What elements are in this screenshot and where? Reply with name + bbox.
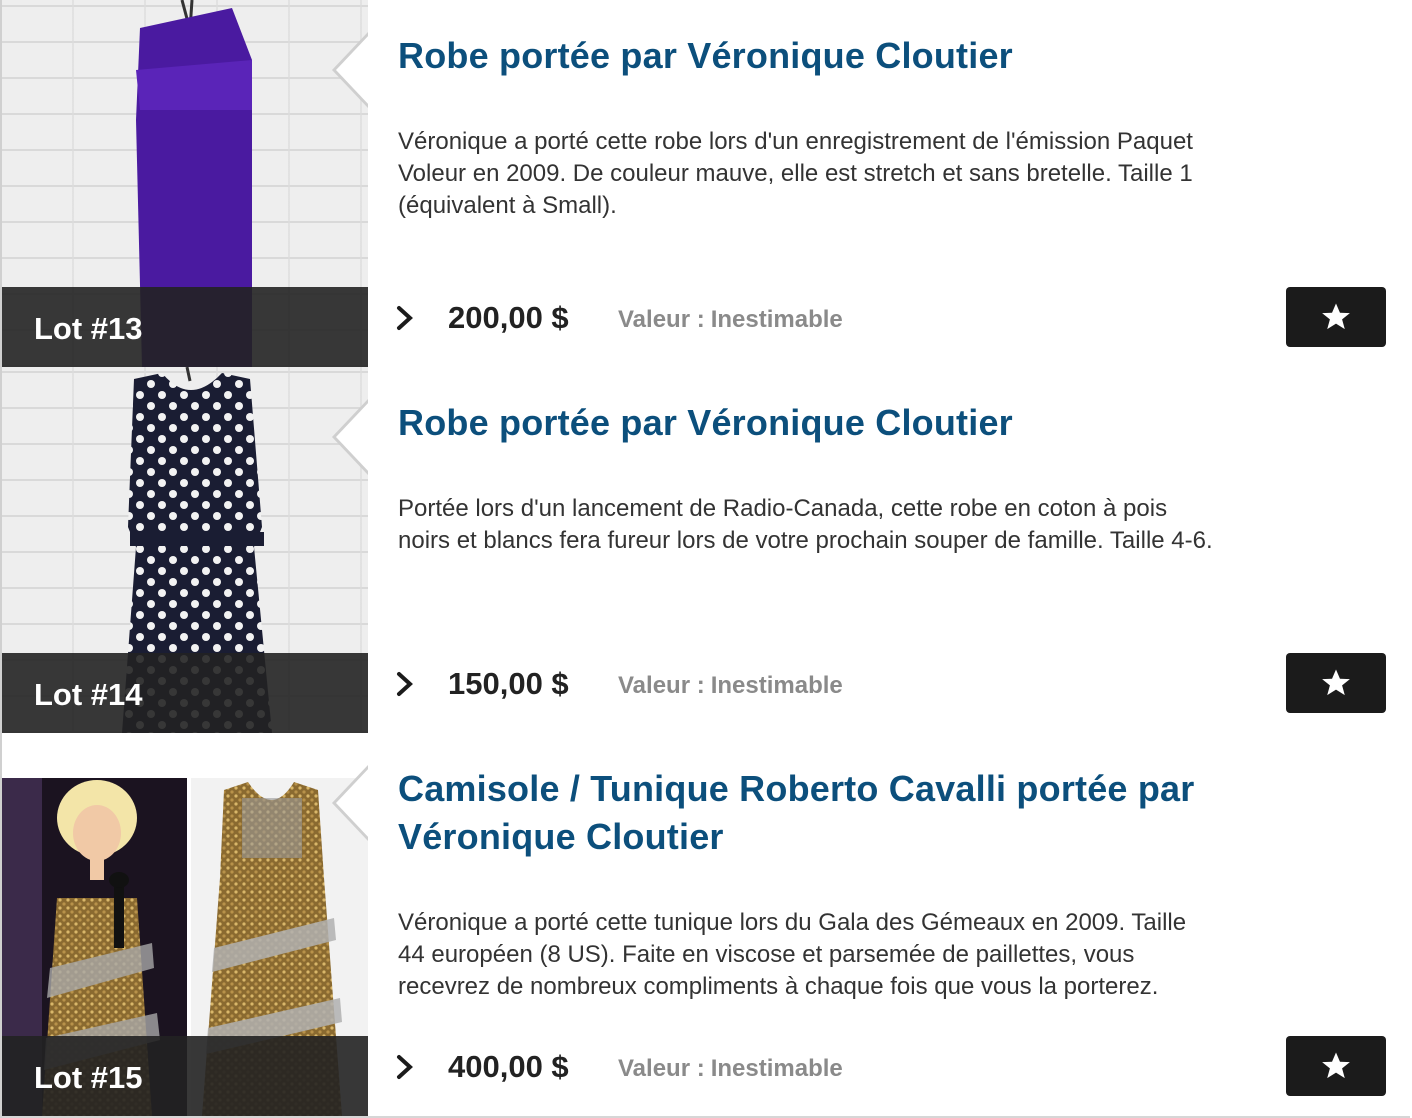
- favorite-button[interactable]: [1286, 1036, 1386, 1096]
- lot-value: Valeur : Inestimable: [618, 306, 843, 334]
- value-text: Inestimable: [710, 672, 843, 699]
- lot-number: Lot #15: [34, 1060, 143, 1095]
- value-text: Inestimable: [710, 306, 843, 333]
- value-label: Valeur :: [618, 306, 705, 333]
- lot-description: Véronique a porté cette robe lors d'un e…: [398, 128, 1193, 219]
- star-icon: [1322, 669, 1350, 696]
- lot-description: Véronique a porté cette tunique lors du …: [398, 909, 1187, 1000]
- star-icon: [1322, 303, 1350, 330]
- lot-card[interactable]: Lot #13 Robe portée par Véronique Clouti…: [2, 0, 1410, 369]
- lot-description: Portée lors d'un lancement de Radio-Cana…: [398, 495, 1213, 554]
- lot-number: Lot #13: [34, 311, 143, 346]
- lot-title[interactable]: Robe portée par Véronique Cloutier: [398, 399, 1198, 447]
- lot-price: 200,00 $: [448, 300, 569, 335]
- lot-image[interactable]: Lot #15: [2, 733, 368, 1116]
- chevron-right-icon[interactable]: [392, 1054, 418, 1080]
- chevron-right-icon[interactable]: [392, 305, 418, 331]
- star-icon: [1322, 1052, 1350, 1079]
- lot-price: 400,00 $: [448, 1049, 569, 1084]
- chevron-right-icon[interactable]: [392, 671, 418, 697]
- lot-image[interactable]: Lot #14: [2, 367, 368, 733]
- lot-card[interactable]: Lot #15 Camisole / Tunique Roberto Caval…: [2, 733, 1410, 1118]
- value-text: Inestimable: [710, 1055, 843, 1082]
- favorite-button[interactable]: [1286, 287, 1386, 347]
- value-label: Valeur :: [618, 1055, 705, 1082]
- favorite-button[interactable]: [1286, 653, 1386, 713]
- auction-lot-list: Lot #13 Robe portée par Véronique Clouti…: [0, 0, 1410, 1118]
- lot-value: Valeur : Inestimable: [618, 672, 843, 700]
- lot-title[interactable]: Camisole / Tunique Roberto Cavalli porté…: [398, 765, 1198, 861]
- value-label: Valeur :: [618, 672, 705, 699]
- lot-price: 150,00 $: [448, 666, 569, 701]
- lot-card[interactable]: Lot #14 Robe portée par Véronique Clouti…: [2, 367, 1410, 735]
- lot-title[interactable]: Robe portée par Véronique Cloutier: [398, 32, 1198, 80]
- lot-image[interactable]: Lot #13: [2, 0, 368, 367]
- lot-value: Valeur : Inestimable: [618, 1055, 843, 1083]
- lot-number: Lot #14: [34, 677, 143, 712]
